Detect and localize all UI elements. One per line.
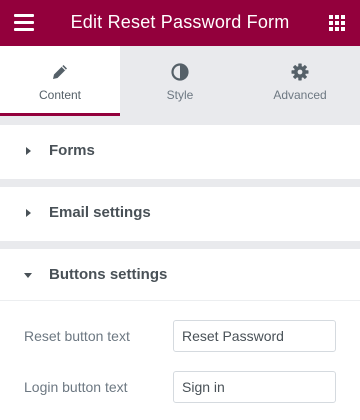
reset-button-text-label: Reset button text	[24, 328, 130, 344]
section-email-settings[interactable]: Email settings	[0, 187, 360, 241]
tab-style-label: Style	[166, 88, 194, 102]
grid-apps-icon[interactable]	[329, 15, 345, 31]
section-buttons-settings[interactable]: Buttons settings	[0, 249, 360, 303]
tab-advanced-label: Advanced	[273, 88, 327, 102]
hamburger-menu-icon[interactable]	[14, 14, 34, 32]
panel-header: Edit Reset Password Form	[0, 0, 360, 46]
tab-content-label: Content	[38, 88, 82, 102]
buttons-settings-controls: Reset button text Login button text	[0, 300, 360, 420]
pencil-icon	[53, 65, 67, 79]
tab-advanced[interactable]: Advanced	[240, 46, 360, 116]
half-circle-icon	[171, 63, 189, 81]
caret-right-icon	[26, 209, 31, 217]
caret-right-icon	[26, 147, 31, 155]
section-forms-title: Forms	[49, 142, 95, 159]
section-divider	[0, 300, 360, 301]
panel-title: Edit Reset Password Form	[70, 12, 290, 32]
tab-style[interactable]: Style	[120, 46, 240, 116]
active-tab-indicator	[0, 113, 120, 116]
section-buttons-settings-title: Buttons settings	[49, 266, 168, 283]
caret-down-icon	[24, 273, 32, 278]
login-button-text-input[interactable]	[173, 371, 336, 403]
panel-tabs: Content Style Advanced	[0, 46, 360, 116]
login-button-text-label: Login button text	[24, 379, 128, 395]
section-forms[interactable]: Forms	[0, 125, 360, 179]
gear-icon	[291, 63, 309, 81]
section-email-settings-title: Email settings	[49, 204, 151, 221]
reset-button-text-input[interactable]	[173, 320, 336, 352]
tab-content[interactable]: Content	[0, 46, 120, 116]
